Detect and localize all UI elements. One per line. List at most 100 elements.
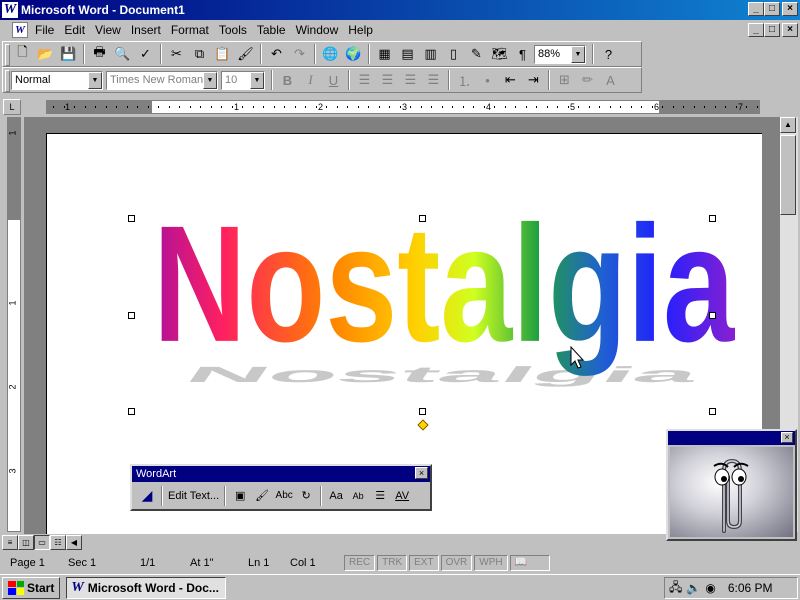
network-icon[interactable]: 🖧: [669, 578, 682, 599]
open-icon[interactable]: 📂: [34, 43, 57, 65]
save-icon[interactable]: 💾: [57, 43, 80, 65]
align-left-icon[interactable]: ☰: [353, 69, 376, 91]
print-preview-icon[interactable]: 🔍: [111, 43, 134, 65]
align-center-icon[interactable]: ☰: [376, 69, 399, 91]
web-layout-icon[interactable]: ◫: [18, 534, 34, 550]
status-rec[interactable]: REC: [344, 555, 376, 571]
italic-button[interactable]: I: [299, 69, 322, 91]
vertical-ruler[interactable]: 1 1 2 3: [7, 117, 21, 532]
taskbar-word-button[interactable]: W Microsoft Word - Doc...: [66, 576, 227, 599]
hyperlink-icon[interactable]: 🌐: [319, 43, 342, 65]
bold-button[interactable]: B: [276, 69, 299, 91]
maximize-button[interactable]: □: [764, 2, 780, 16]
menu-insert[interactable]: Insert: [126, 23, 166, 37]
highlight-icon[interactable]: ✏: [576, 69, 599, 91]
character-spacing-icon[interactable]: AV: [391, 485, 413, 507]
menu-edit[interactable]: Edit: [59, 23, 90, 37]
style-combo[interactable]: Normal ▼: [11, 70, 103, 90]
scroll-thumb[interactable]: [780, 135, 796, 215]
redo-icon[interactable]: ↷: [288, 43, 311, 65]
show-hide-icon[interactable]: ¶: [511, 43, 534, 65]
resize-handle-w[interactable]: [128, 312, 135, 319]
help-icon[interactable]: ?: [597, 43, 620, 65]
underline-button[interactable]: U: [322, 69, 345, 91]
same-letter-heights-icon[interactable]: Aa: [325, 485, 347, 507]
print-layout-icon[interactable]: ▭: [34, 534, 50, 550]
menu-view[interactable]: View: [90, 23, 126, 37]
clock[interactable]: 6:06 PM: [728, 581, 773, 595]
cut-icon[interactable]: ✂: [165, 43, 188, 65]
resize-handle-nw[interactable]: [128, 215, 135, 222]
minimize-button[interactable]: _: [748, 2, 764, 16]
adjust-handle[interactable]: [417, 419, 429, 431]
font-combo[interactable]: Times New Roman ▼: [106, 70, 218, 90]
spelling-status-icon[interactable]: 📖: [509, 555, 550, 571]
office-assistant[interactable]: ×: [666, 429, 797, 541]
normal-view-icon[interactable]: ≡: [2, 534, 18, 550]
zoom-combo[interactable]: 88% ▼: [534, 44, 586, 64]
assistant-title-bar[interactable]: ×: [668, 431, 795, 445]
doc-minimize-button[interactable]: _: [748, 23, 764, 37]
resize-handle-e[interactable]: [709, 312, 716, 319]
chevron-down-icon[interactable]: ▼: [203, 71, 217, 89]
tables-borders-icon[interactable]: ▦: [373, 43, 396, 65]
copy-icon[interactable]: ⧉: [188, 43, 211, 65]
resize-handle-se[interactable]: [709, 408, 716, 415]
justify-icon[interactable]: ☰: [422, 69, 445, 91]
bullets-icon[interactable]: •: [476, 69, 499, 91]
align-right-icon[interactable]: ☰: [399, 69, 422, 91]
menu-format[interactable]: Format: [166, 23, 214, 37]
start-button[interactable]: Start: [2, 576, 61, 599]
wordart-shape-icon[interactable]: Abc: [273, 485, 295, 507]
tab-selector[interactable]: L: [3, 99, 21, 115]
menu-window[interactable]: Window: [291, 23, 344, 37]
insert-wordart-icon[interactable]: ◢: [136, 485, 158, 507]
doc-restore-button[interactable]: □: [764, 23, 780, 37]
resize-handle-n[interactable]: [419, 215, 426, 222]
wordart-object[interactable]: Nostalgia Nostalgia: [153, 191, 736, 399]
insert-table-icon[interactable]: ▤: [396, 43, 419, 65]
resize-handle-ne[interactable]: [709, 215, 716, 222]
menu-table[interactable]: Table: [252, 23, 291, 37]
word-app-icon[interactable]: W: [2, 2, 18, 18]
chevron-down-icon[interactable]: ▼: [88, 71, 102, 89]
assistant-close-button[interactable]: ×: [781, 432, 793, 443]
format-painter-icon[interactable]: 🖌: [234, 43, 257, 65]
chevron-down-icon[interactable]: ▼: [571, 45, 585, 63]
status-ovr[interactable]: OVR: [440, 555, 473, 571]
chevron-down-icon[interactable]: ▼: [250, 71, 264, 89]
outline-view-icon[interactable]: ☷: [50, 534, 66, 550]
paste-icon[interactable]: 📋: [211, 43, 234, 65]
assistant-body[interactable]: [670, 447, 793, 537]
scroll-left-icon[interactable]: ◀: [66, 534, 82, 550]
print-icon[interactable]: 🖶: [88, 43, 111, 65]
menu-tools[interactable]: Tools: [214, 23, 252, 37]
format-wordart-icon[interactable]: 🖌: [251, 485, 273, 507]
font-color-icon[interactable]: A: [599, 69, 622, 91]
font-size-combo[interactable]: 10 ▼: [221, 70, 265, 90]
wordart-toolbar-close-button[interactable]: ×: [415, 467, 428, 479]
drawing-icon[interactable]: ✎: [465, 43, 488, 65]
status-ext[interactable]: EXT: [409, 555, 439, 571]
vertical-text-icon[interactable]: Ab: [347, 485, 369, 507]
increase-indent-icon[interactable]: ⇥: [522, 69, 545, 91]
alignment-icon[interactable]: ☰: [369, 485, 391, 507]
numbering-icon[interactable]: ⒈: [453, 69, 476, 91]
wordart-gallery-icon[interactable]: ▣: [229, 485, 251, 507]
volume-icon[interactable]: 🔈: [686, 581, 701, 595]
document-icon[interactable]: W: [12, 22, 28, 38]
web-toolbar-icon[interactable]: 🌍: [342, 43, 365, 65]
columns-icon[interactable]: ▯: [442, 43, 465, 65]
status-wph[interactable]: WPH: [474, 555, 508, 571]
insert-excel-icon[interactable]: ▥: [419, 43, 442, 65]
clock-icon[interactable]: ◉: [705, 581, 715, 595]
resize-handle-sw[interactable]: [128, 408, 135, 415]
edit-text-button[interactable]: Edit Text...: [166, 485, 221, 507]
spelling-icon[interactable]: ✓: [134, 43, 157, 65]
borders-icon[interactable]: ⊞: [553, 69, 576, 91]
doc-close-button[interactable]: ×: [782, 23, 798, 37]
document-map-icon[interactable]: 🗺: [488, 43, 511, 65]
status-trk[interactable]: TRK: [377, 555, 408, 571]
decrease-indent-icon[interactable]: ⇤: [499, 69, 522, 91]
wordart-toolbar-title[interactable]: WordArt ×: [132, 466, 430, 482]
